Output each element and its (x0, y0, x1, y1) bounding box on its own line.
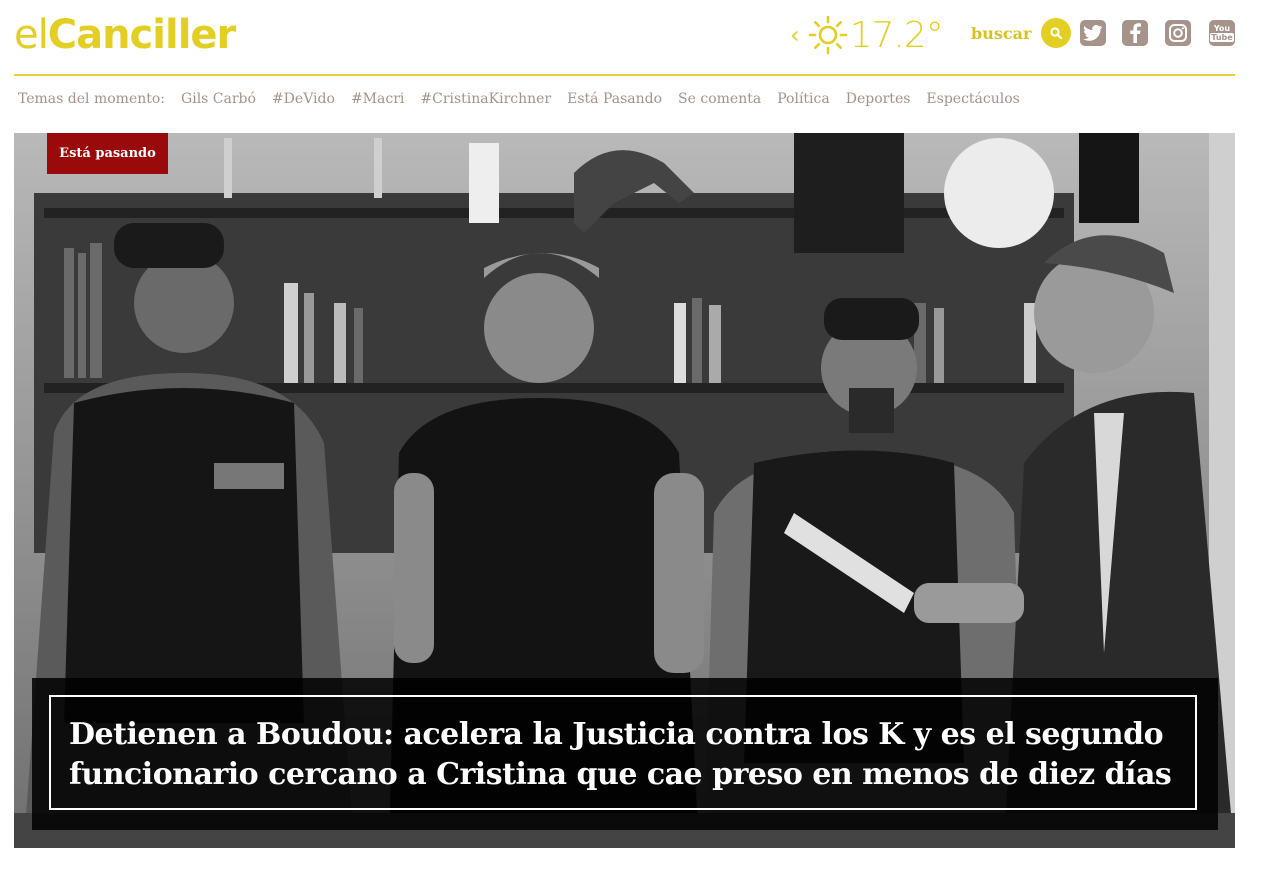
sun-icon (808, 15, 847, 55)
site-logo[interactable]: elCanciller (14, 12, 237, 58)
trending-label: Temas del momento: (18, 91, 166, 107)
nav-item-deportes[interactable]: Deportes (846, 91, 911, 107)
nav-item-gils-carbo[interactable]: Gils Carbó (181, 91, 256, 107)
headline-overlay: Detienen a Boudou: acelera la Justicia c… (32, 678, 1218, 830)
weather-widget: ‹ 17.2° (790, 10, 944, 60)
logo-main: Canciller (47, 12, 237, 58)
nav-item-esta-pasando[interactable]: Está Pasando (567, 91, 662, 107)
headline-line-2: funcionario cercano a Cristina que cae p… (69, 757, 1172, 792)
youtube-icon[interactable]: You Tube (1209, 20, 1235, 46)
nav-item-politica[interactable]: Política (777, 91, 830, 107)
headline-line-1: Detienen a Boudou: acelera la Justicia c… (69, 717, 1164, 752)
nav-item-devido[interactable]: #DeVido (272, 91, 335, 107)
facebook-icon[interactable] (1122, 20, 1148, 46)
search-icon[interactable] (1041, 18, 1072, 48)
search-label: buscar (971, 23, 1032, 43)
trending-nav: Temas del momento: Gils Carbó #DeVido #M… (18, 91, 1020, 107)
breaking-badge[interactable]: Está pasando (47, 133, 168, 174)
nav-item-cristinakirchner[interactable]: #CristinaKirchner (420, 91, 551, 107)
hero-story[interactable]: Está pasando Detienen a Boudou: acelera … (14, 133, 1235, 848)
twitter-icon[interactable] (1080, 20, 1106, 46)
site-header: elCanciller ‹ 17.2° buscar You Tube (14, 0, 1235, 76)
headline-title[interactable]: Detienen a Boudou: acelera la Justicia c… (69, 715, 1177, 795)
instagram-icon[interactable] (1165, 20, 1191, 46)
logo-prefix: el (14, 12, 49, 58)
nav-item-macri[interactable]: #Macri (351, 91, 404, 107)
youtube-label-bottom: Tube (1210, 33, 1234, 42)
youtube-label-top: You (1213, 24, 1231, 33)
nav-item-se-comenta[interactable]: Se comenta (678, 91, 761, 107)
headline-frame: Detienen a Boudou: acelera la Justicia c… (49, 695, 1197, 810)
search-button[interactable]: buscar (971, 18, 1072, 48)
temperature: 17.2° (849, 14, 944, 56)
chevron-left-icon[interactable]: ‹ (790, 21, 800, 49)
nav-item-espectaculos[interactable]: Espectáculos (926, 91, 1019, 107)
